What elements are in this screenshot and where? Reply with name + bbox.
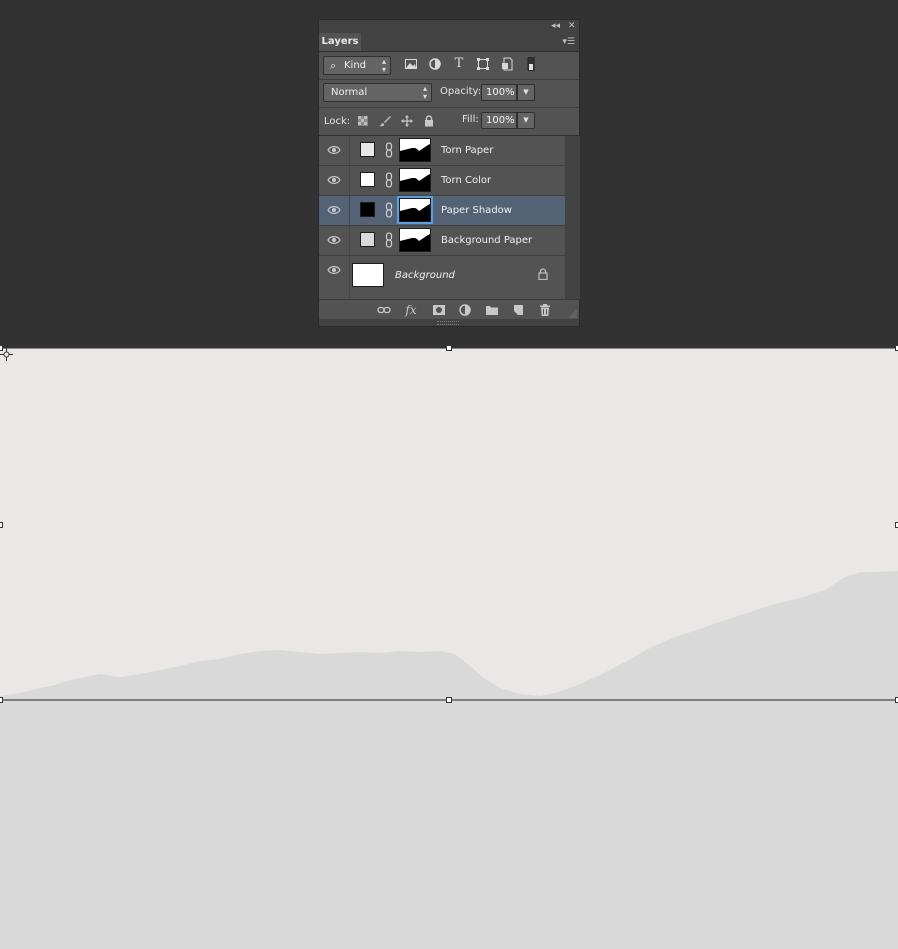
new-group-folder-icon[interactable]: [485, 303, 499, 317]
filter-shape-layer-icon[interactable]: [476, 57, 490, 71]
torn-mask-graphic: [400, 234, 430, 251]
filter-type-layer-icon[interactable]: T: [452, 57, 466, 71]
fill-field[interactable]: 100%: [481, 112, 517, 129]
layer-fill-swatch[interactable]: [360, 202, 375, 217]
filter-row: ⌕ Kind ▴ ▾: [319, 52, 579, 80]
visibility-column-divider: [349, 196, 350, 225]
visibility-column-divider: [349, 256, 350, 298]
panel-tab-row: Layers ▾☰: [319, 33, 579, 52]
layers-panel: ◂◂ ✕ Layers ▾☰ ⌕ Kind ▴ ▾ T Normal ▴ ▾ O…: [318, 19, 580, 327]
opacity-dropdown-button[interactable]: ▼: [517, 84, 535, 101]
blend-mode-select[interactable]: Normal ▴ ▾: [323, 83, 432, 102]
visibility-column-divider: [349, 136, 350, 165]
transform-handle-middle-left[interactable]: [0, 522, 3, 528]
blend-row: Normal ▴ ▾ Opacity: 100% ▼: [319, 80, 579, 108]
torn-mask-graphic: [400, 204, 430, 221]
lock-position-move-icon[interactable]: [401, 115, 413, 127]
mask-link-icon[interactable]: [385, 142, 393, 158]
layer-fill-swatch[interactable]: [360, 172, 375, 187]
tab-layers[interactable]: Layers: [319, 33, 361, 51]
filter-adjustment-layer-icon[interactable]: [428, 57, 442, 71]
layer-row[interactable]: Paper Shadow: [319, 196, 565, 226]
fill-label: Fill:: [462, 114, 479, 125]
select-arrows-icon: ▴ ▾: [381, 57, 386, 74]
background-layer-row[interactable]: Background: [319, 256, 565, 298]
filter-smart-object-icon[interactable]: [500, 57, 514, 71]
opacity-field[interactable]: 100%: [481, 84, 517, 101]
new-adjustment-layer-icon[interactable]: [458, 303, 472, 317]
layer-row[interactable]: Torn Color: [319, 166, 565, 196]
lock-transparency-icon[interactable]: [357, 115, 369, 127]
select-arrows-icon: ▴ ▾: [422, 84, 427, 101]
layer-mask-thumbnail[interactable]: [399, 168, 431, 192]
panel-bottom-grip[interactable]: [319, 319, 579, 326]
layer-mask-thumbnail[interactable]: [399, 138, 431, 162]
eye-icon[interactable]: [327, 205, 341, 215]
layer-name[interactable]: Background Paper: [441, 235, 532, 246]
layer-name[interactable]: Torn Paper: [441, 145, 493, 156]
eye-icon[interactable]: [327, 145, 341, 155]
trash-icon[interactable]: [538, 303, 552, 317]
layer-mask-thumbnail[interactable]: [399, 228, 431, 252]
lock-icon: [538, 268, 548, 280]
transform-handle-bottom-center[interactable]: [446, 697, 452, 703]
background-thumbnail[interactable]: [352, 263, 384, 287]
collapse-panel-icon[interactable]: ◂◂: [551, 20, 560, 33]
document-canvas[interactable]: [0, 345, 898, 949]
layer-list: Torn Paper Torn Color Paper Shadow Backgrou…: [319, 136, 565, 299]
layer-name[interactable]: Paper Shadow: [441, 205, 512, 216]
lock-row: Lock: Fill: 100% ▼: [319, 108, 579, 136]
resize-grip-icon[interactable]: [569, 310, 577, 318]
torn-mask-graphic: [400, 144, 430, 161]
filter-kind-select[interactable]: ⌕ Kind ▴ ▾: [323, 56, 391, 75]
layer-row[interactable]: Background Paper: [319, 226, 565, 256]
background-layer-name[interactable]: Background: [395, 270, 455, 281]
layer-name[interactable]: Torn Color: [441, 175, 491, 186]
layer-fill-swatch[interactable]: [360, 142, 375, 157]
mask-link-icon[interactable]: [385, 202, 393, 218]
panel-titlebar[interactable]: ◂◂ ✕: [319, 20, 579, 33]
fx-icon[interactable]: fx: [404, 303, 418, 317]
mask-link-icon[interactable]: [385, 232, 393, 248]
visibility-column-divider: [349, 166, 350, 195]
layer-row[interactable]: Torn Paper: [319, 136, 565, 166]
new-layer-icon[interactable]: [511, 303, 525, 317]
fill-value: 100%: [486, 115, 515, 126]
opacity-value: 100%: [486, 87, 515, 98]
lock-label: Lock:: [324, 116, 351, 127]
transform-handle-bottom-left[interactable]: [0, 697, 3, 703]
fill-dropdown-button[interactable]: ▼: [517, 112, 535, 129]
link-layers-icon[interactable]: [377, 303, 391, 317]
eye-icon[interactable]: [327, 235, 341, 245]
filter-kind-label: Kind: [344, 60, 367, 71]
eye-icon[interactable]: [327, 265, 341, 275]
opacity-label: Opacity:: [440, 86, 482, 97]
layer-list-scrollbar[interactable]: [565, 136, 580, 299]
filter-toggle-icon[interactable]: [524, 57, 538, 71]
layer-fill-swatch[interactable]: [360, 232, 375, 247]
filter-pixel-layer-icon[interactable]: [404, 57, 418, 71]
torn-mask-graphic: [400, 174, 430, 191]
mask-link-icon[interactable]: [385, 172, 393, 188]
close-panel-icon[interactable]: ✕: [568, 20, 576, 33]
canvas-artwork: [0, 348, 898, 701]
eye-icon[interactable]: [327, 175, 341, 185]
reference-point-icon[interactable]: [0, 348, 13, 361]
lock-all-icon[interactable]: [423, 115, 435, 127]
blend-mode-value: Normal: [331, 87, 368, 98]
transform-handle-top-center[interactable]: [446, 345, 452, 351]
panel-footer: fx: [319, 299, 579, 320]
panel-menu-icon[interactable]: ▾☰: [562, 37, 575, 47]
add-mask-icon[interactable]: [432, 303, 446, 317]
layer-mask-thumbnail[interactable]: [397, 196, 433, 224]
lock-pixels-brush-icon[interactable]: [379, 115, 391, 127]
visibility-column-divider: [349, 226, 350, 255]
search-icon: ⌕: [330, 59, 337, 72]
